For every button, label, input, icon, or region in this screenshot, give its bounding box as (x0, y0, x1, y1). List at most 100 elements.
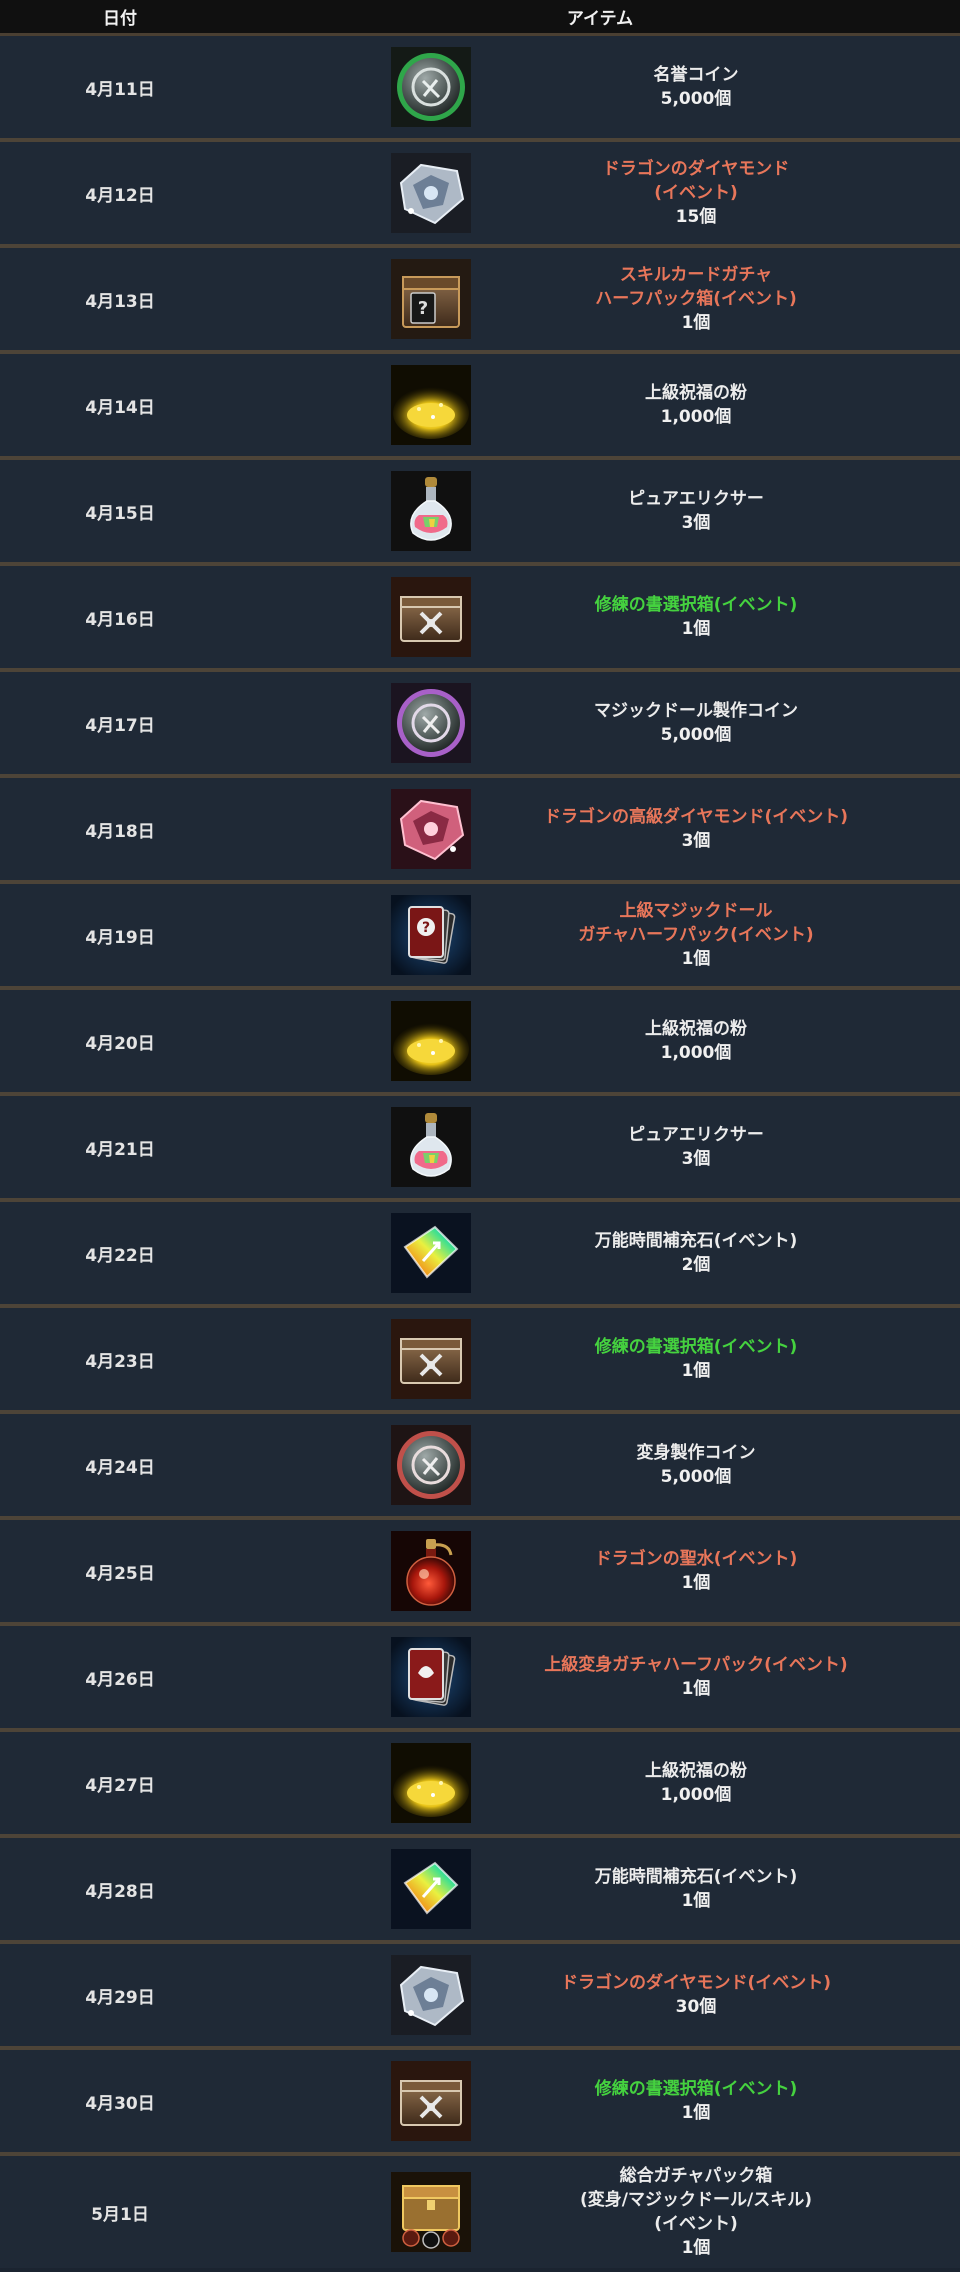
row-date: 4月21日 (85, 1139, 155, 1160)
item-quantity: 2個 (681, 1255, 711, 1275)
table-row: 4月24日 変身製作コイン 5,000個 (0, 1414, 960, 1520)
item-quantity: 30個 (675, 1997, 717, 2017)
item-column-header: アイテム (566, 9, 634, 29)
item-name-line: ガチャハーフパック(イベント) (578, 925, 814, 945)
row-date: 4月16日 (85, 609, 155, 630)
item-name-cell: ピュアエリクサー 3個 (432, 460, 960, 562)
item-name-line: 修練の書選択箱(イベント) (594, 2079, 798, 2099)
item-quantity: 1個 (681, 1891, 711, 1911)
row-date: 4月18日 (85, 821, 155, 842)
row-date: 4月23日 (85, 1351, 155, 1372)
item-name-cell: 万能時間補充石(イベント) 1個 (432, 1838, 960, 1940)
table-row: 4月25日 ドラゴンの聖水(イベント) 1個 (0, 1520, 960, 1626)
reward-table: 4月11日 名誉コイン 5,000個 4月12日 ドラゴンのダイヤモンド (イベント) 15… (0, 36, 960, 2268)
item-name-line: マジックドール製作コイン (594, 701, 798, 721)
table-row: 4月23日 修練の書選択箱(イベント) 1個 (0, 1308, 960, 1414)
item-name-cell: 変身製作コイン 5,000個 (432, 1414, 960, 1516)
row-date: 4月29日 (85, 1987, 155, 2008)
date-column-header: 日付 (103, 9, 137, 29)
row-date: 4月28日 (85, 1881, 155, 1902)
item-icon-cell (240, 1732, 471, 1834)
item-icon-cell (240, 354, 471, 456)
item-name-cell: 上級マジックドール ガチャハーフパック(イベント) 1個 (432, 884, 960, 986)
item-quantity: 1個 (681, 2103, 711, 2123)
row-date: 4月15日 (85, 503, 155, 524)
row-date: 4月11日 (85, 79, 155, 100)
item-name-cell: ドラゴンの聖水(イベント) 1個 (432, 1520, 960, 1622)
item-icon-cell (240, 1520, 471, 1622)
item-name-cell: 上級祝福の粉 1,000個 (432, 1732, 960, 1834)
item-name-line: 万能時間補充石(イベント) (594, 1231, 798, 1251)
item-quantity: 1個 (681, 2238, 711, 2258)
item-name-line: (変身/マジックドール/スキル) (580, 2190, 812, 2210)
item-icon-cell (240, 460, 471, 562)
table-row: 4月14日 上級祝福の粉 1,000個 (0, 354, 960, 460)
item-name-cell: ドラゴンのダイヤモンド (イベント) 15個 (432, 142, 960, 244)
item-name-line: 変身製作コイン (636, 1443, 756, 1463)
row-date: 4月17日 (85, 715, 155, 736)
item-name-cell: ドラゴンのダイヤモンド(イベント) 30個 (432, 1944, 960, 2046)
item-icon-cell (240, 1626, 471, 1728)
item-name-line: 上級変身ガチャハーフパック(イベント) (544, 1655, 848, 1675)
item-quantity: 3個 (681, 1149, 711, 1169)
row-date: 4月27日 (85, 1775, 155, 1796)
item-icon-cell (240, 566, 471, 668)
table-row: 4月12日 ドラゴンのダイヤモンド (イベント) 15個 (0, 142, 960, 248)
item-quantity: 5,000個 (660, 1467, 732, 1487)
item-name-line: ハーフパック箱(イベント) (595, 289, 797, 309)
row-date: 4月14日 (85, 397, 155, 418)
row-date: 4月12日 (85, 185, 155, 206)
item-name-line: 万能時間補充石(イベント) (594, 1867, 798, 1887)
row-date: 4月25日 (85, 1563, 155, 1584)
item-name-line: 上級祝福の粉 (645, 383, 747, 403)
item-quantity: 1個 (681, 1679, 711, 1699)
item-quantity: 1,000個 (660, 1043, 732, 1063)
table-row: 4月27日 上級祝福の粉 1,000個 (0, 1732, 960, 1838)
item-name-cell: ドラゴンの高級ダイヤモンド(イベント) 3個 (432, 778, 960, 880)
table-row: 4月20日 上級祝福の粉 1,000個 (0, 990, 960, 1096)
table-row: 4月29日 ドラゴンのダイヤモンド(イベント) 30個 (0, 1944, 960, 2050)
item-icon-cell (240, 778, 471, 880)
table-row: 4月15日 ピュアエリクサー 3個 (0, 460, 960, 566)
item-quantity: 1,000個 (660, 407, 732, 427)
item-quantity: 3個 (681, 831, 711, 851)
item-quantity: 1個 (681, 1573, 711, 1593)
item-icon-cell (240, 1838, 471, 1940)
item-icon-cell (240, 990, 471, 1092)
item-name-line: ピュアエリクサー (628, 1125, 764, 1145)
item-name-line: ピュアエリクサー (628, 489, 764, 509)
item-name-cell: 修練の書選択箱(イベント) 1個 (432, 1308, 960, 1410)
item-icon-cell (240, 1096, 471, 1198)
item-name-cell: スキルカードガチャ ハーフパック箱(イベント) 1個 (432, 248, 960, 350)
item-icon-cell (240, 142, 471, 244)
item-icon-cell: ? (240, 884, 471, 986)
item-name-cell: ピュアエリクサー 3個 (432, 1096, 960, 1198)
item-name-line: 上級祝福の粉 (645, 1019, 747, 1039)
item-name-line: 名誉コイン (653, 65, 739, 85)
row-date: 4月30日 (85, 2093, 155, 2114)
item-name-cell: 総合ガチャパック箱 (変身/マジックドール/スキル) (イベント) 1個 (432, 2156, 960, 2268)
item-name-line: (イベント) (654, 2214, 738, 2234)
item-name-line: 修練の書選択箱(イベント) (594, 1337, 798, 1357)
row-date: 4月19日 (85, 927, 155, 948)
row-date: 4月26日 (85, 1669, 155, 1690)
item-name-line: 上級マジックドール (619, 901, 773, 921)
table-row: 4月18日 ドラゴンの高級ダイヤモンド(イベント) 3個 (0, 778, 960, 884)
item-icon-cell (240, 672, 471, 774)
item-quantity: 3個 (681, 513, 711, 533)
item-name-cell: マジックドール製作コイン 5,000個 (432, 672, 960, 774)
item-name-cell: 上級祝福の粉 1,000個 (432, 990, 960, 1092)
table-row: 4月16日 修練の書選択箱(イベント) 1個 (0, 566, 960, 672)
item-icon-cell (240, 2156, 471, 2268)
item-name-cell: 万能時間補充石(イベント) 2個 (432, 1202, 960, 1304)
svg-text:?: ? (422, 920, 430, 936)
item-icon-cell (240, 1202, 471, 1304)
item-name-line: ドラゴンの聖水(イベント) (594, 1549, 798, 1569)
item-quantity: 1個 (681, 1361, 711, 1381)
item-name-line: 上級祝福の粉 (645, 1761, 747, 1781)
table-row: 4月21日 ピュアエリクサー 3個 (0, 1096, 960, 1202)
item-quantity: 5,000個 (660, 725, 732, 745)
item-quantity: 1,000個 (660, 1785, 732, 1805)
row-date: 5月1日 (91, 2204, 149, 2225)
item-icon-cell (240, 1308, 471, 1410)
